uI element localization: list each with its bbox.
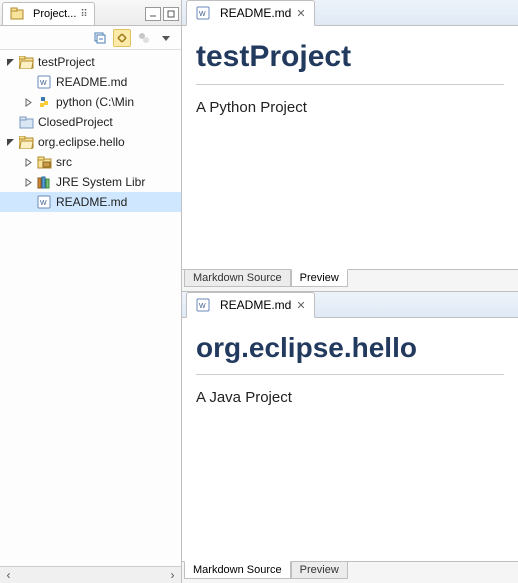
project-explorer-tab[interactable]: Project... ⠿: [2, 2, 95, 25]
open-project-icon: [18, 54, 34, 70]
tree-node-label: README.md: [56, 195, 127, 209]
editor-bottom-tabs-2: Markdown Source Preview: [182, 561, 518, 583]
minimize-view-button[interactable]: [145, 7, 161, 21]
focus-button[interactable]: [135, 29, 153, 47]
editor-content-2[interactable]: org.eclipse.hello A Java Project: [182, 318, 518, 561]
python-icon: [36, 94, 52, 110]
preview-tab[interactable]: Preview: [291, 269, 348, 287]
markdown-source-tab[interactable]: Markdown Source: [184, 269, 291, 287]
tree-node-python[interactable]: python (C:\Min: [0, 92, 181, 112]
closed-project-icon: [18, 114, 34, 130]
editor-tab-bar: W README.md ✕: [182, 0, 518, 26]
markdown-heading: org.eclipse.hello: [196, 332, 504, 364]
editor-tab-readme-2[interactable]: W README.md ✕: [186, 292, 315, 318]
tree-node-jre[interactable]: JRE System Libr: [0, 172, 181, 192]
tree-node-readme-2[interactable]: W README.md: [0, 192, 181, 212]
markdown-source-tab[interactable]: Markdown Source: [184, 561, 291, 579]
expander-icon[interactable]: [22, 156, 34, 168]
md-file-icon: W: [195, 297, 211, 313]
view-tab-bar: Project... ⠿: [0, 0, 181, 26]
editor-tab-bar: W README.md ✕: [182, 292, 518, 318]
close-icon[interactable]: ✕: [296, 299, 305, 312]
horizontal-scrollbar[interactable]: ‹ ›: [0, 566, 181, 583]
tree-node-label: ClosedProject: [38, 115, 113, 129]
svg-text:W: W: [40, 200, 47, 207]
md-file-icon: W: [195, 5, 211, 21]
editor-content-1[interactable]: testProject A Python Project: [182, 26, 518, 269]
tree-node-label: python (C:\Min: [56, 95, 134, 109]
editor-tab-readme-1[interactable]: W README.md ✕: [186, 0, 315, 26]
expander-icon[interactable]: [22, 176, 34, 188]
library-icon: [36, 174, 52, 190]
editor-area: W README.md ✕ testProject A Python Proje…: [182, 0, 518, 583]
tree-node-closedproject[interactable]: ClosedProject: [0, 112, 181, 132]
md-file-icon: W: [36, 194, 52, 210]
md-file-icon: W: [36, 74, 52, 90]
markdown-paragraph: A Python Project: [196, 99, 504, 116]
svg-text:W: W: [199, 11, 206, 18]
project-explorer-icon: [9, 6, 25, 22]
tree-node-label: src: [56, 155, 72, 169]
expander-icon[interactable]: [4, 56, 16, 68]
divider: [196, 84, 504, 85]
link-with-editor-button[interactable]: [113, 29, 131, 47]
editor-1: W README.md ✕ testProject A Python Proje…: [182, 0, 518, 292]
project-explorer-tab-label: Project...: [33, 8, 76, 20]
open-project-icon: [18, 134, 34, 150]
markdown-paragraph: A Java Project: [196, 389, 504, 406]
pin-icon[interactable]: ⠿: [80, 9, 87, 20]
markdown-heading: testProject: [196, 40, 504, 74]
editor-2: W README.md ✕ org.eclipse.hello A Java P…: [182, 292, 518, 583]
scroll-right-button[interactable]: ›: [164, 567, 181, 583]
tree-node-readme-1[interactable]: W README.md: [0, 72, 181, 92]
tree-node-testproject[interactable]: testProject: [0, 52, 181, 72]
close-icon[interactable]: ✕: [296, 7, 305, 20]
tree-node-src[interactable]: src: [0, 152, 181, 172]
editor-tab-label: README.md: [220, 6, 291, 20]
editor-tab-label: README.md: [220, 298, 291, 312]
divider: [196, 374, 504, 375]
svg-text:W: W: [40, 80, 47, 87]
tree-node-label: JRE System Libr: [56, 175, 145, 189]
tree-node-label: testProject: [38, 55, 95, 69]
view-menu-button[interactable]: [157, 29, 175, 47]
scroll-left-button[interactable]: ‹: [0, 567, 17, 583]
svg-text:W: W: [199, 303, 206, 310]
scroll-track[interactable]: [17, 567, 164, 583]
expander-icon[interactable]: [4, 136, 16, 148]
project-explorer-toolbar: [0, 26, 181, 50]
editor-bottom-tabs-1: Markdown Source Preview: [182, 269, 518, 291]
tree-node-label: org.eclipse.hello: [38, 135, 125, 149]
tree-node-orgeclipse[interactable]: org.eclipse.hello: [0, 132, 181, 152]
src-folder-icon: [36, 154, 52, 170]
project-explorer-view: Project... ⠿ testProject W README.md: [0, 0, 182, 583]
preview-tab[interactable]: Preview: [291, 561, 348, 579]
collapse-all-button[interactable]: [91, 29, 109, 47]
expander-icon[interactable]: [22, 96, 34, 108]
project-tree[interactable]: testProject W README.md python (C:\Min C…: [0, 50, 181, 566]
tree-node-label: README.md: [56, 75, 127, 89]
maximize-view-button[interactable]: [163, 7, 179, 21]
